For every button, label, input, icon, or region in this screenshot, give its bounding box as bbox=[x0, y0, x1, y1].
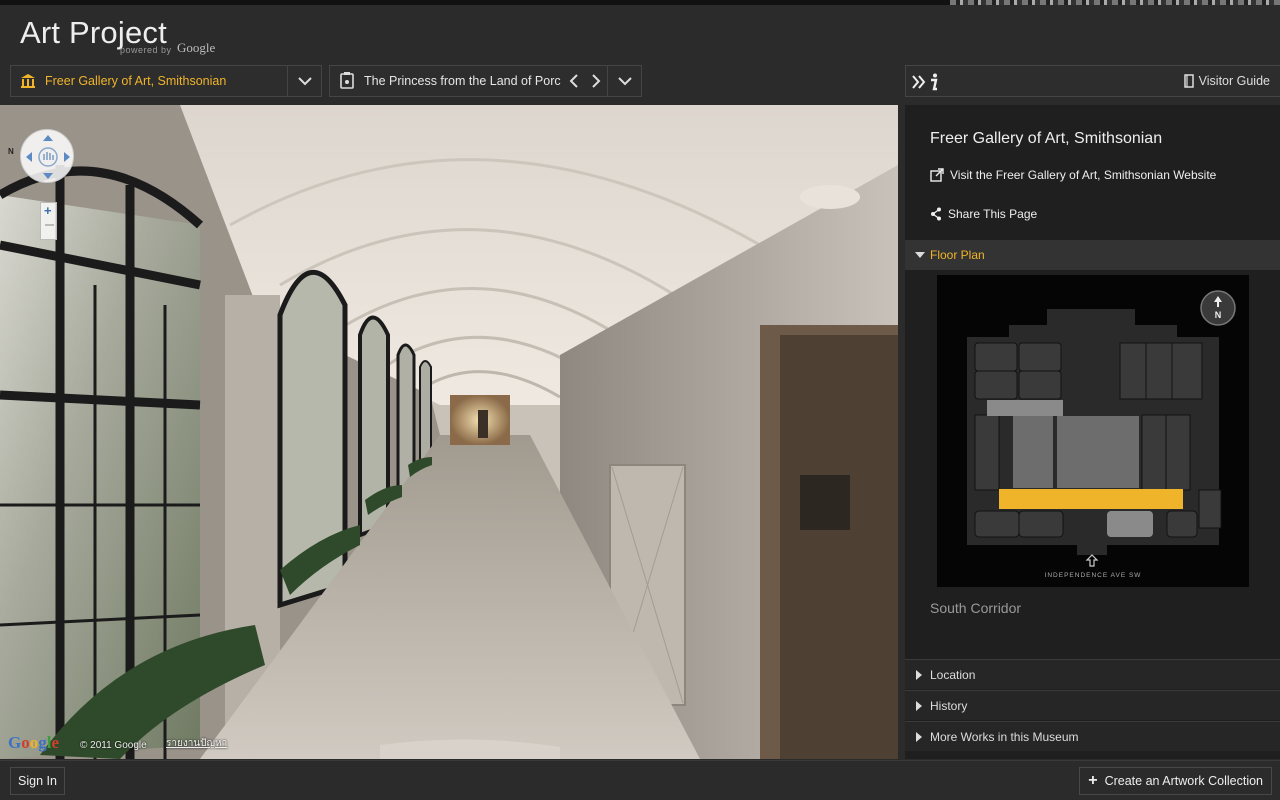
collapsed-triangle-icon bbox=[916, 670, 922, 680]
next-artwork-button[interactable] bbox=[585, 66, 607, 96]
museum-dropdown-button[interactable] bbox=[287, 66, 321, 96]
double-chevron-right-icon bbox=[912, 75, 926, 89]
more-works-label: More Works in this Museum bbox=[930, 730, 1079, 744]
location-label: Location bbox=[930, 668, 976, 682]
visit-website-label: Visit the Freer Gallery of Art, Smithson… bbox=[950, 168, 1217, 182]
zoom-in-button[interactable]: + bbox=[44, 203, 52, 218]
plus-icon: + bbox=[1088, 772, 1098, 789]
create-collection-label: Create an Artwork Collection bbox=[1104, 774, 1263, 788]
collapse-sidebar-button[interactable] bbox=[912, 71, 952, 93]
report-problem-link[interactable]: รายงานปัญหา bbox=[166, 736, 227, 751]
chevron-right-icon bbox=[592, 74, 601, 88]
pan-arrows-icon bbox=[26, 135, 70, 179]
street-view-panorama[interactable]: N + Google © 2011 Google รายงานปัญหา bbox=[0, 105, 898, 759]
visitor-guide-button[interactable]: Visitor Guide bbox=[1183, 74, 1270, 88]
powered-by-text: powered by bbox=[120, 45, 172, 55]
history-section-header[interactable]: History bbox=[905, 690, 1280, 720]
floor-plan-label: Floor Plan bbox=[930, 248, 985, 262]
more-works-section-header[interactable]: More Works in this Museum bbox=[905, 721, 1280, 751]
share-page-label: Share This Page bbox=[948, 207, 1038, 221]
footer-bar: Sign In + Create an Artwork Collection bbox=[0, 760, 1280, 800]
sign-in-button[interactable]: Sign In bbox=[10, 767, 65, 795]
north-label: N bbox=[1215, 310, 1222, 320]
info-icon bbox=[931, 73, 938, 91]
floor-plan-section-header[interactable]: Floor Plan bbox=[905, 240, 1280, 270]
share-icon bbox=[931, 207, 941, 221]
museum-name: Freer Gallery of Art, Smithsonian bbox=[930, 130, 1163, 147]
south-corridor-highlight[interactable] bbox=[999, 489, 1183, 509]
floor-plan-map[interactable]: INDEPENDENCE AVE SW N bbox=[937, 275, 1249, 587]
artwork-dropdown-button[interactable] bbox=[607, 66, 641, 96]
history-label: History bbox=[930, 699, 968, 713]
corridor-panorama-image bbox=[0, 105, 898, 759]
artwork-icon bbox=[330, 66, 364, 96]
expanded-triangle-icon bbox=[915, 252, 925, 258]
artwork-selector[interactable]: The Princess from the Land of Porc bbox=[329, 65, 642, 97]
zoom-out-button[interactable] bbox=[45, 224, 54, 226]
museum-selector[interactable]: Freer Gallery of Art, Smithsonian bbox=[10, 65, 322, 97]
share-page-link[interactable]: Share This Page bbox=[930, 207, 1037, 221]
header: Art Project powered by Google bbox=[0, 5, 1280, 63]
museum-selector-value: Freer Gallery of Art, Smithsonian bbox=[45, 74, 227, 88]
visitor-guide-label: Visitor Guide bbox=[1198, 74, 1270, 88]
street-label: INDEPENDENCE AVE SW bbox=[1045, 572, 1142, 579]
museum-sidebar: Freer Gallery of Art, Smithsonian Visit … bbox=[905, 105, 1280, 759]
chevron-left-icon bbox=[569, 74, 578, 88]
google-logo-text: Google bbox=[177, 40, 216, 55]
chevron-down-icon bbox=[617, 77, 632, 86]
location-section-header[interactable]: Location bbox=[905, 659, 1280, 689]
zoom-control[interactable]: + bbox=[40, 202, 57, 240]
compass-north-marker: N bbox=[8, 147, 14, 156]
create-collection-button[interactable]: + Create an Artwork Collection bbox=[1079, 767, 1272, 795]
google-brand-logo: Google bbox=[8, 733, 60, 752]
museum-icon bbox=[11, 66, 45, 96]
pan-control[interactable] bbox=[20, 129, 74, 183]
artwork-selector-value: The Princess from the Land of Porc bbox=[364, 74, 561, 88]
collapsed-triangle-icon bbox=[916, 732, 922, 742]
north-arrow-icon: N bbox=[1200, 290, 1236, 326]
sidebar-header: Visitor Guide bbox=[905, 65, 1280, 97]
collapsed-triangle-icon bbox=[916, 701, 922, 711]
chevron-down-icon bbox=[297, 77, 312, 86]
previous-artwork-button[interactable] bbox=[563, 66, 585, 96]
visit-website-link[interactable]: Visit the Freer Gallery of Art, Smithson… bbox=[930, 168, 1216, 182]
guide-book-icon bbox=[1183, 74, 1194, 88]
copyright-text: © 2011 Google bbox=[80, 740, 147, 751]
current-room-name: South Corridor bbox=[930, 600, 1022, 616]
external-link-icon bbox=[930, 168, 944, 182]
